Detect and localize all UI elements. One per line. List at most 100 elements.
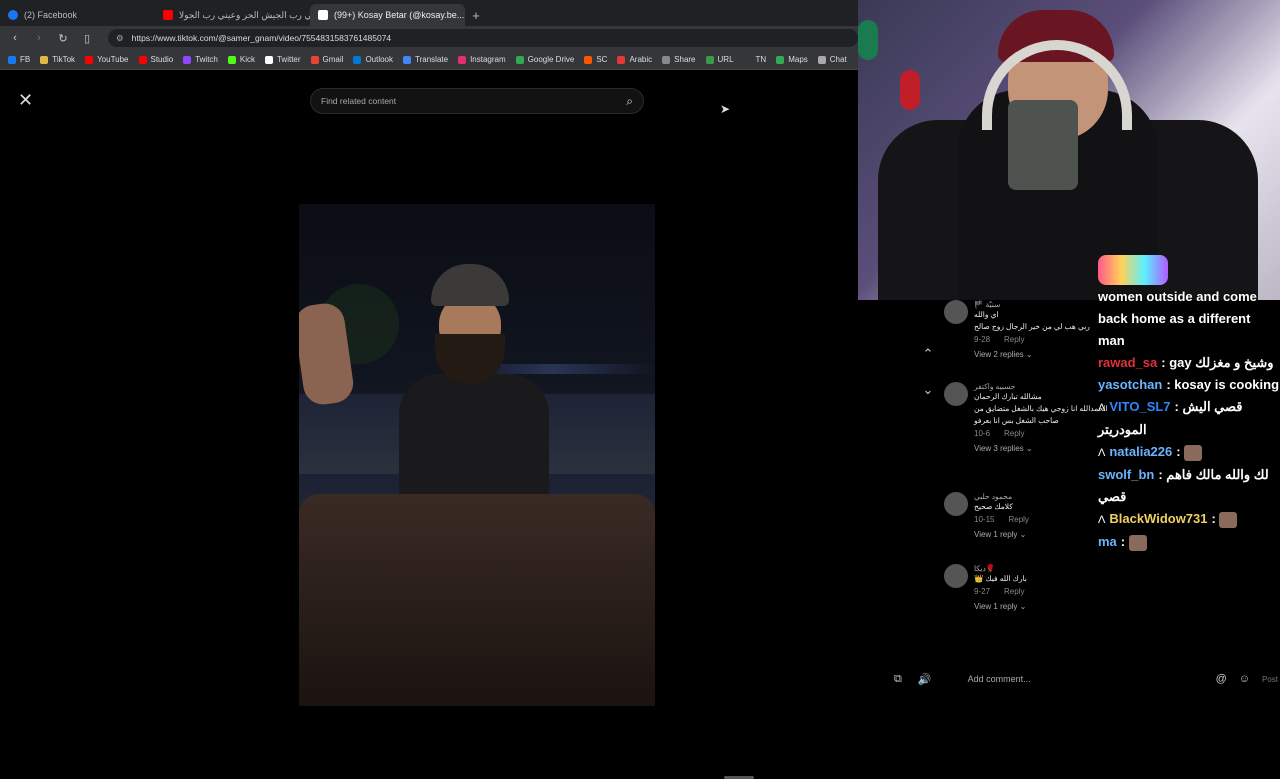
bookmark-url[interactable]: URL — [705, 55, 734, 64]
browser-tab-facebook[interactable]: (2) Facebook — [0, 4, 155, 26]
bookmark-gmail[interactable]: Gmail — [310, 55, 343, 64]
bookmark-icon[interactable]: ▯ — [80, 32, 94, 45]
chat-message: yasotchan: kosay is cooking — [1098, 374, 1280, 396]
bookmark-fb[interactable]: FB — [8, 55, 30, 64]
mouse-cursor-icon: ➤ — [720, 102, 731, 116]
lambda-badge-icon: Λ — [1098, 402, 1106, 414]
avatar[interactable] — [944, 300, 968, 324]
bookmark-chat[interactable]: Chat — [817, 55, 847, 64]
back-arrow-icon[interactable]: ‹ — [8, 32, 22, 44]
emoji-icon[interactable]: ☺ — [1239, 673, 1250, 685]
tab-label: عيني رب الجيش الحر وعيني رب الجولا... — [179, 9, 310, 20]
webcam-mug — [1008, 100, 1078, 190]
view-replies-button[interactable]: View 2 replies ⌄ — [974, 350, 1114, 359]
sc-icon — [584, 55, 593, 64]
comment-meta: 9-27 Reply — [974, 587, 1114, 596]
view-replies-button[interactable]: View 1 reply ⌄ — [974, 602, 1114, 611]
chat-message: women outside and come back home as a di… — [1098, 286, 1280, 352]
search-icon[interactable]: ⌕ — [626, 94, 633, 109]
view-replies-button[interactable]: View 1 reply ⌄ — [974, 530, 1114, 539]
bookmark-twitter[interactable]: Twitter — [264, 55, 301, 64]
comment-text-2: ربي هب لي من خير الرجال زوج صالح — [974, 322, 1090, 331]
comment-item: 🏴 سنيّة اي والله ربي هب لي من خير الرجال ز… — [944, 300, 1114, 359]
chat-message: swolf_bn: لك والله مالك فاهم قصي — [1098, 464, 1280, 508]
reply-button[interactable]: Reply — [1004, 335, 1024, 344]
webcam-green-lamp — [858, 20, 878, 60]
view-replies-button[interactable]: View 3 replies ⌄ — [974, 444, 1114, 453]
chat-username: BlackWidow731 — [1109, 511, 1208, 526]
chat-username: natalia226 — [1109, 444, 1173, 459]
pip-icon[interactable]: ⧉ — [894, 673, 902, 686]
bookmark-studio[interactable]: Studio — [138, 55, 173, 64]
new-tab-button[interactable]: + — [465, 4, 487, 26]
bookmark-arabic[interactable]: Arabic — [617, 55, 652, 64]
comment-date: 9-28 — [974, 335, 991, 344]
bookmark-label: Maps — [788, 55, 808, 64]
reply-button[interactable]: Reply — [1004, 587, 1024, 596]
video-table — [299, 494, 655, 706]
webcam-red-lamp — [900, 70, 920, 110]
reload-icon[interactable]: ↻ — [56, 32, 70, 45]
bookmark-translate[interactable]: Translate — [403, 55, 448, 64]
search-input[interactable]: Find related content ⌕ — [310, 88, 644, 114]
site-info-icon[interactable]: ⚙ — [116, 33, 124, 44]
volume-icon[interactable]: 🔊 — [918, 673, 932, 686]
arabic-icon — [617, 55, 626, 64]
bookmark-share[interactable]: Share — [662, 55, 696, 64]
video-person — [299, 264, 549, 534]
url-icon — [705, 55, 714, 64]
avatar[interactable] — [944, 382, 968, 406]
add-comment-input[interactable]: Add comment... — [968, 674, 1216, 684]
mention-icon[interactable]: @ — [1216, 673, 1227, 685]
instagram-icon — [458, 55, 467, 64]
chat-message: ma: — [1098, 531, 1280, 553]
twitch-icon — [183, 55, 192, 64]
address-bar: ‹ › ↻ ▯ ⚙ https://www.tiktok.com/@samer_… — [0, 26, 858, 50]
bookmark-tn[interactable]: TN — [743, 55, 766, 64]
chat-username: ma — [1098, 534, 1117, 549]
bookmark-outlook[interactable]: Outlook — [353, 55, 393, 64]
video-player[interactable] — [299, 204, 655, 706]
reply-button[interactable]: Reply — [1008, 515, 1028, 524]
comment-meta: 10-15 Reply — [974, 515, 1114, 524]
bookmark-maps[interactable]: Maps — [776, 55, 808, 64]
bookmark-label: Twitch — [195, 55, 218, 64]
post-button[interactable]: Post — [1262, 675, 1278, 684]
bookmark-kick[interactable]: Kick — [227, 55, 255, 64]
browser-tab-tiktok[interactable]: (99+) Kosay Betar (@kosay.be... ✕ — [310, 4, 465, 26]
comment-date: 9-27 — [974, 587, 991, 596]
chat-message: Λnatalia226: — [1098, 441, 1280, 464]
chat-emote-icon — [1219, 511, 1238, 528]
facebook-icon — [8, 10, 18, 20]
comment-author[interactable]: 🏴 سنيّة — [974, 300, 1114, 309]
tiktok-icon — [318, 10, 328, 20]
previous-video-icon[interactable]: ⌃ — [918, 346, 938, 382]
url-field[interactable]: ⚙ https://www.tiktok.com/@samer_gnam/vid… — [108, 29, 858, 47]
avatar[interactable] — [944, 564, 968, 588]
bookmark-label: Translate — [415, 55, 449, 64]
share-icon — [662, 55, 671, 64]
browser-tab-youtube[interactable]: عيني رب الجيش الحر وعيني رب الجولا... — [155, 4, 310, 26]
bookmark-google-drive[interactable]: Google Drive — [515, 55, 574, 64]
comment-author[interactable]: حسبيه واكتفر — [974, 382, 1114, 391]
bookmark-twitch[interactable]: Twitch — [183, 55, 218, 64]
stream-chat-overlay: women outside and come back home as a di… — [1098, 286, 1280, 553]
forward-arrow-icon[interactable]: › — [32, 32, 46, 44]
bookmark-sc[interactable]: SC — [584, 55, 607, 64]
comment-text: اي والله — [974, 310, 999, 319]
comment-author[interactable]: محمود حلبي — [974, 492, 1114, 501]
bookmark-tiktok[interactable]: TikTok — [40, 55, 75, 64]
outlook-icon — [353, 55, 362, 64]
translate-icon — [403, 55, 412, 64]
reply-button[interactable]: Reply — [1004, 429, 1024, 438]
bookmark-youtube[interactable]: YouTube — [85, 55, 129, 64]
chat-username: yasotchan — [1098, 377, 1163, 392]
bookmark-label: Instagram — [470, 55, 506, 64]
avatar[interactable] — [944, 492, 968, 516]
bookmark-instagram[interactable]: Instagram — [458, 55, 506, 64]
next-video-icon[interactable]: ⌄ — [918, 382, 938, 418]
close-icon[interactable]: ✕ — [18, 90, 33, 111]
video-nav: ⌃ ⌄ — [918, 346, 938, 418]
comment-author[interactable]: ديكا🌹 — [974, 564, 1114, 573]
tn-icon — [743, 55, 752, 64]
